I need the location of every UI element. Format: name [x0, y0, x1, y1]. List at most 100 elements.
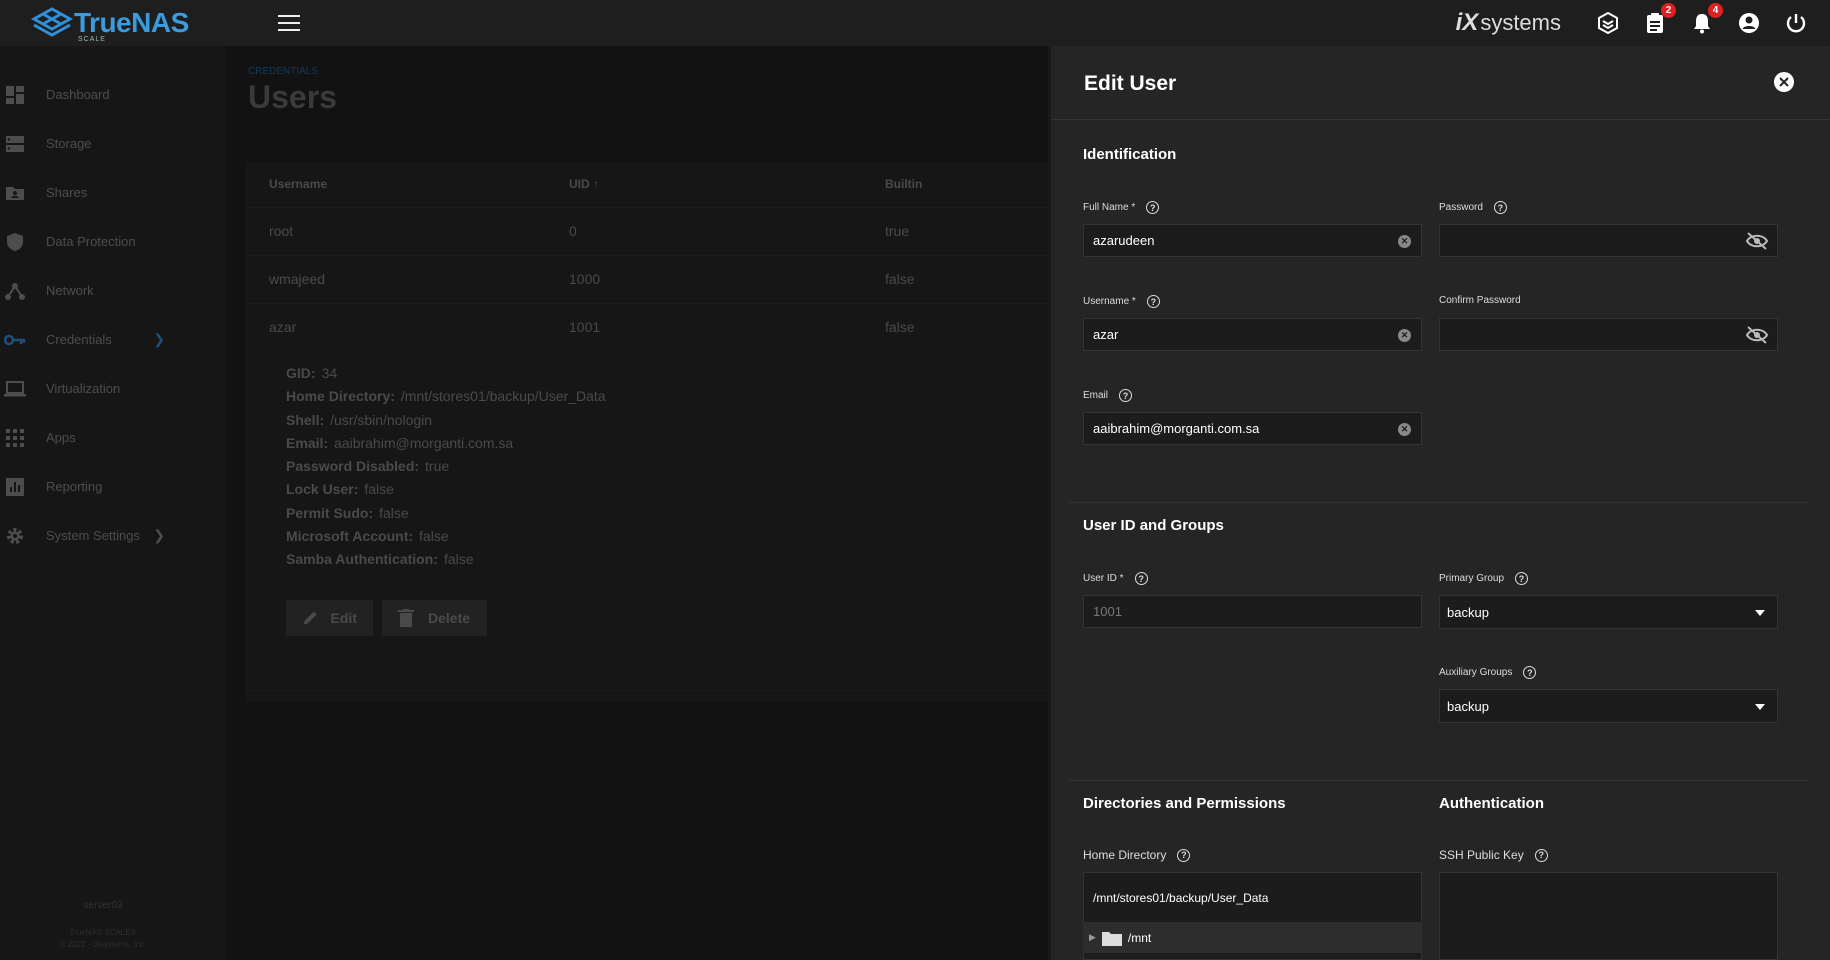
sidebar-item-system-settings[interactable]: System Settings ❯ — [0, 511, 225, 560]
truenas-logo-icon — [30, 7, 74, 37]
sidebar-item-network[interactable]: Network — [0, 266, 225, 315]
password-field[interactable] — [1439, 224, 1778, 257]
truenas-logo[interactable]: TrueNAS SCALE — [30, 6, 230, 43]
clear-icon[interactable]: ✕ — [1398, 423, 1411, 436]
help-icon[interactable]: ? — [1134, 572, 1148, 585]
ixsystems-logo[interactable]: iX systems — [1456, 9, 1561, 37]
username-value: azar — [1093, 327, 1119, 342]
detail-value: false — [379, 504, 409, 521]
sidebar-item-storage[interactable]: Storage — [0, 119, 225, 168]
help-icon[interactable]: ? — [1146, 201, 1160, 214]
menu-toggle-button[interactable] — [278, 15, 300, 31]
full-name-label: Full Name *? — [1083, 201, 1160, 214]
account-icon — [1739, 13, 1759, 33]
detail-row: Permit Sudo: false — [286, 502, 606, 525]
sidebar-item-shares[interactable]: Shares — [0, 168, 225, 217]
close-button[interactable] — [1774, 72, 1794, 92]
detail-row: Shell: /usr/sbin/nologin — [286, 409, 606, 432]
table-row[interactable]: azar 1001 false — [245, 303, 1048, 351]
email-field[interactable]: aaibrahim@morganti.com.sa ✕ — [1083, 412, 1422, 445]
full-name-field[interactable]: azarudeen ✕ — [1083, 224, 1422, 257]
help-icon[interactable]: ? — [1146, 295, 1160, 308]
sidebar-item-virtualization[interactable]: Virtualization — [0, 364, 225, 413]
eye-off-icon[interactable] — [1745, 232, 1769, 250]
detail-row: Email: aaibrahim@morganti.com.sa — [286, 432, 606, 455]
detail-key: Permit Sudo: — [286, 504, 374, 521]
auxiliary-groups-select[interactable]: backup — [1439, 689, 1778, 723]
sidebar-item-credentials[interactable]: Credentials ❯ — [0, 315, 225, 364]
help-icon[interactable]: ? — [1493, 201, 1507, 214]
sidebar-item-apps[interactable]: Apps — [0, 413, 225, 462]
directory-tree-item[interactable]: ▶ /mnt — [1083, 922, 1422, 953]
edit-user-panel: Edit User — [1048, 46, 1830, 960]
key-icon — [4, 329, 26, 351]
column-header-uid[interactable]: UID ↑ — [569, 162, 599, 207]
detail-key: Samba Authentication: — [286, 551, 438, 568]
cell-uid: 1001 — [569, 319, 601, 335]
account-button[interactable] — [1736, 10, 1762, 36]
help-icon[interactable]: ? — [1177, 848, 1191, 862]
detail-key: Password Disabled: — [286, 458, 420, 475]
section-authentication: Authentication — [1439, 795, 1544, 812]
section-directories-permissions: Directories and Permissions — [1083, 795, 1286, 812]
table-row[interactable]: root 0 true — [245, 207, 1048, 255]
username-field[interactable]: azar ✕ — [1083, 318, 1422, 351]
sidebar-item-label: Data Protection — [46, 234, 136, 249]
column-header-builtin[interactable]: Builtin — [885, 162, 922, 207]
divider — [1068, 502, 1808, 503]
tasks-button[interactable]: 2 — [1642, 3, 1676, 36]
home-directory-value: /mnt/stores01/backup/User_Data — [1093, 891, 1269, 905]
cell-username: azar — [269, 319, 297, 335]
dropdown-arrow-icon — [1755, 704, 1765, 710]
brand-name: TrueNAS — [74, 7, 189, 38]
detail-row: Password Disabled: true — [286, 455, 606, 478]
help-icon[interactable]: ? — [1515, 572, 1529, 585]
network-icon — [4, 280, 26, 302]
users-table: Username UID ↑ Builtin root 0 true wmaje… — [245, 162, 1048, 702]
primary-group-value: backup — [1447, 604, 1489, 620]
label-text: User ID * — [1083, 573, 1124, 584]
top-bar: TrueNAS SCALE iX systems 2 4 — [0, 0, 1830, 46]
cell-builtin: true — [885, 223, 910, 239]
truecommand-button[interactable] — [1595, 10, 1621, 36]
primary-group-select[interactable]: backup — [1439, 595, 1778, 629]
sidebar-item-data-protection[interactable]: Data Protection — [0, 217, 225, 266]
user-id-field[interactable]: 1001 — [1083, 595, 1422, 628]
cell-builtin: false — [885, 319, 915, 335]
confirm-password-field[interactable] — [1439, 318, 1778, 351]
ssh-key-label: SSH Public Key? — [1439, 848, 1548, 862]
edit-button[interactable]: Edit — [286, 600, 373, 636]
eye-off-icon[interactable] — [1745, 326, 1769, 344]
delete-button[interactable]: Delete — [382, 600, 487, 636]
clear-icon[interactable]: ✕ — [1398, 329, 1411, 342]
truecommand-icon — [1598, 12, 1618, 34]
power-button[interactable] — [1783, 10, 1809, 36]
sidebar: Dashboard Storage Shares Data Protection… — [0, 46, 225, 960]
help-icon[interactable]: ? — [1523, 666, 1537, 679]
username-label: Username *? — [1083, 295, 1160, 308]
storage-icon — [4, 133, 26, 155]
ssh-public-key-field[interactable] — [1439, 872, 1778, 960]
apps-icon — [4, 427, 26, 449]
detail-value: /mnt/stores01/backup/User_Data — [400, 388, 606, 405]
sidebar-item-dashboard[interactable]: Dashboard — [0, 70, 225, 119]
breadcrumb[interactable]: CREDENTIALS — [248, 66, 318, 77]
clear-icon[interactable]: ✕ — [1398, 235, 1411, 248]
delete-label: Delete — [428, 610, 471, 626]
detail-value: true — [425, 458, 450, 475]
detail-key: Email: — [286, 434, 329, 451]
detail-key: GID: — [286, 365, 316, 381]
alerts-button[interactable]: 4 — [1689, 3, 1723, 36]
alerts-badge: 4 — [1708, 3, 1723, 18]
tasks-badge: 2 — [1661, 3, 1676, 18]
column-header-username[interactable]: Username — [269, 162, 327, 207]
sidebar-item-label: Dashboard — [46, 87, 110, 102]
table-row[interactable]: wmajeed 1000 false — [245, 255, 1048, 303]
expand-arrow-icon[interactable]: ▶ — [1089, 932, 1096, 943]
help-icon[interactable]: ? — [1534, 848, 1548, 862]
dropdown-arrow-icon — [1755, 610, 1765, 616]
sidebar-item-label: Reporting — [46, 479, 103, 494]
detail-key: Shell: — [286, 411, 325, 428]
sidebar-item-reporting[interactable]: Reporting — [0, 462, 225, 511]
help-icon[interactable]: ? — [1119, 389, 1133, 402]
